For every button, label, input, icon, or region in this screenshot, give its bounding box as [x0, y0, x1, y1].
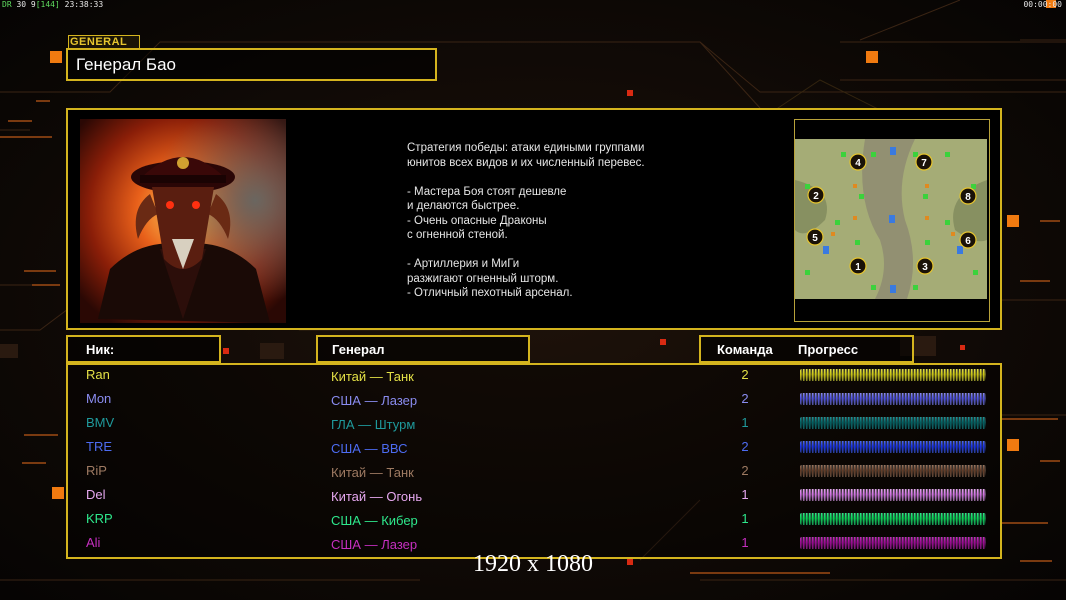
player-progress-bar	[800, 537, 986, 549]
player-nick: BMV	[86, 415, 115, 430]
player-general: США — ВВС	[331, 441, 408, 456]
player-team: 1	[741, 487, 749, 502]
team-progress-header: Команда Прогресс	[699, 335, 914, 363]
player-row: Del Китай — Огонь 1	[68, 486, 1000, 510]
player-nick: Ran	[86, 367, 110, 382]
nick-header-label: Ник:	[86, 342, 115, 357]
description-line	[407, 170, 707, 185]
svg-text:3: 3	[922, 262, 928, 273]
svg-text:6: 6	[965, 236, 971, 247]
progress-header-label: Прогресс	[798, 342, 859, 357]
player-team: 1	[741, 415, 749, 430]
resolution-watermark: 1920 x 1080	[473, 551, 593, 577]
nick-column-header: Ник:	[66, 335, 221, 363]
general-tag: GENERAL	[68, 35, 140, 49]
player-nick: Ali	[86, 535, 101, 550]
player-row: Mon США — Лазер 2	[68, 390, 1000, 414]
fps-counter: 30 9	[16, 0, 36, 9]
spawn-marker-6: 6	[959, 231, 977, 249]
player-progress-bar	[800, 465, 986, 477]
map-preview: 4 7 2 8 5 6 1 3	[794, 119, 990, 322]
player-general: США — Лазер	[331, 393, 418, 408]
description-line: - Очень опасные Драконы	[407, 214, 547, 227]
spawn-marker-7: 7	[915, 153, 933, 171]
general-header-label: Генерал	[332, 342, 385, 357]
player-progress-bar	[800, 489, 986, 501]
player-team: 2	[741, 463, 749, 478]
description-line: с огненной стеной.	[407, 229, 508, 241]
player-progress-bar	[800, 513, 986, 525]
spawn-marker-3: 3	[916, 257, 934, 275]
player-nick: Del	[86, 487, 106, 502]
spawn-marker-4: 4	[849, 153, 867, 171]
svg-text:8: 8	[965, 192, 971, 203]
player-nick: KRP	[86, 511, 113, 526]
svg-text:2: 2	[813, 191, 819, 202]
general-name-box: Генерал Бао	[66, 48, 437, 81]
player-general: Китай — Огонь	[331, 489, 423, 504]
clock: 23:38:33	[64, 0, 104, 9]
description-line: разжигают огненный шторм.	[407, 272, 559, 285]
player-nick: RiP	[86, 463, 107, 478]
spawn-marker-2: 2	[807, 186, 825, 204]
description-line: и делаются быстрее.	[407, 200, 520, 212]
game-timer: 00:00:00	[1023, 0, 1062, 9]
svg-text:4: 4	[855, 158, 861, 169]
player-list: Ran Китай — Танк 2 Mon США — Лазер 2 BMV ГЛА — …	[66, 363, 1002, 559]
general-portrait	[80, 119, 286, 323]
player-nick: Mon	[86, 391, 112, 406]
description-line: юнитов всех видов и их численный перевес…	[407, 156, 645, 169]
map-image: 4 7 2 8 5 6 1 3	[795, 139, 987, 299]
player-row: KRP США — Кибер 1	[68, 510, 1000, 534]
svg-text:7: 7	[921, 158, 927, 169]
description-line	[407, 243, 707, 258]
player-team: 2	[741, 391, 749, 406]
description-line: - Мастера Боя стоят дешевле	[407, 185, 567, 198]
fps-overlay: DR 30 9[144] 23:38:33	[2, 0, 103, 9]
player-nick: TRE	[86, 439, 112, 454]
player-general: Китай — Танк	[331, 369, 414, 384]
description-line: - Артиллерия и МиГи	[407, 258, 520, 270]
svg-text:1: 1	[855, 262, 861, 273]
player-row: TRE США — ВВС 2	[68, 438, 1000, 462]
spawn-marker-8: 8	[959, 187, 977, 205]
general-column-header: Генерал	[316, 335, 530, 363]
player-team: 1	[741, 511, 749, 526]
player-progress-bar	[800, 441, 986, 453]
player-general: Китай — Танк	[331, 465, 414, 480]
player-team: 1	[741, 535, 749, 550]
player-progress-bar	[800, 393, 986, 405]
spawn-marker-5: 5	[806, 228, 824, 246]
player-team: 2	[741, 367, 749, 382]
fps-extra: [144]	[35, 0, 60, 9]
team-header-label: Команда	[717, 342, 773, 357]
fps-prefix: DR	[2, 0, 12, 9]
player-progress-bar	[800, 369, 986, 381]
spawn-marker-1: 1	[849, 257, 867, 275]
player-row: RiP Китай — Танк 2	[68, 462, 1000, 486]
general-description: Стратегия победы: атаки едиными группами…	[407, 141, 707, 301]
player-row: Ran Китай — Танк 2	[68, 366, 1000, 390]
general-info-panel: Стратегия победы: атаки едиными группами…	[66, 108, 1002, 330]
player-general: США — Кибер	[331, 513, 418, 528]
general-name: Генерал Бао	[76, 55, 176, 74]
player-progress-bar	[800, 417, 986, 429]
description-line: Стратегия победы: атаки едиными группами	[407, 142, 645, 154]
description-line: - Отличный пехотный арсенал.	[407, 287, 573, 299]
svg-text:5: 5	[812, 233, 818, 244]
player-row: BMV ГЛА — Штурм 1	[68, 414, 1000, 438]
player-team: 2	[741, 439, 749, 454]
player-general: США — Лазер	[331, 537, 418, 552]
player-general: ГЛА — Штурм	[331, 417, 416, 432]
